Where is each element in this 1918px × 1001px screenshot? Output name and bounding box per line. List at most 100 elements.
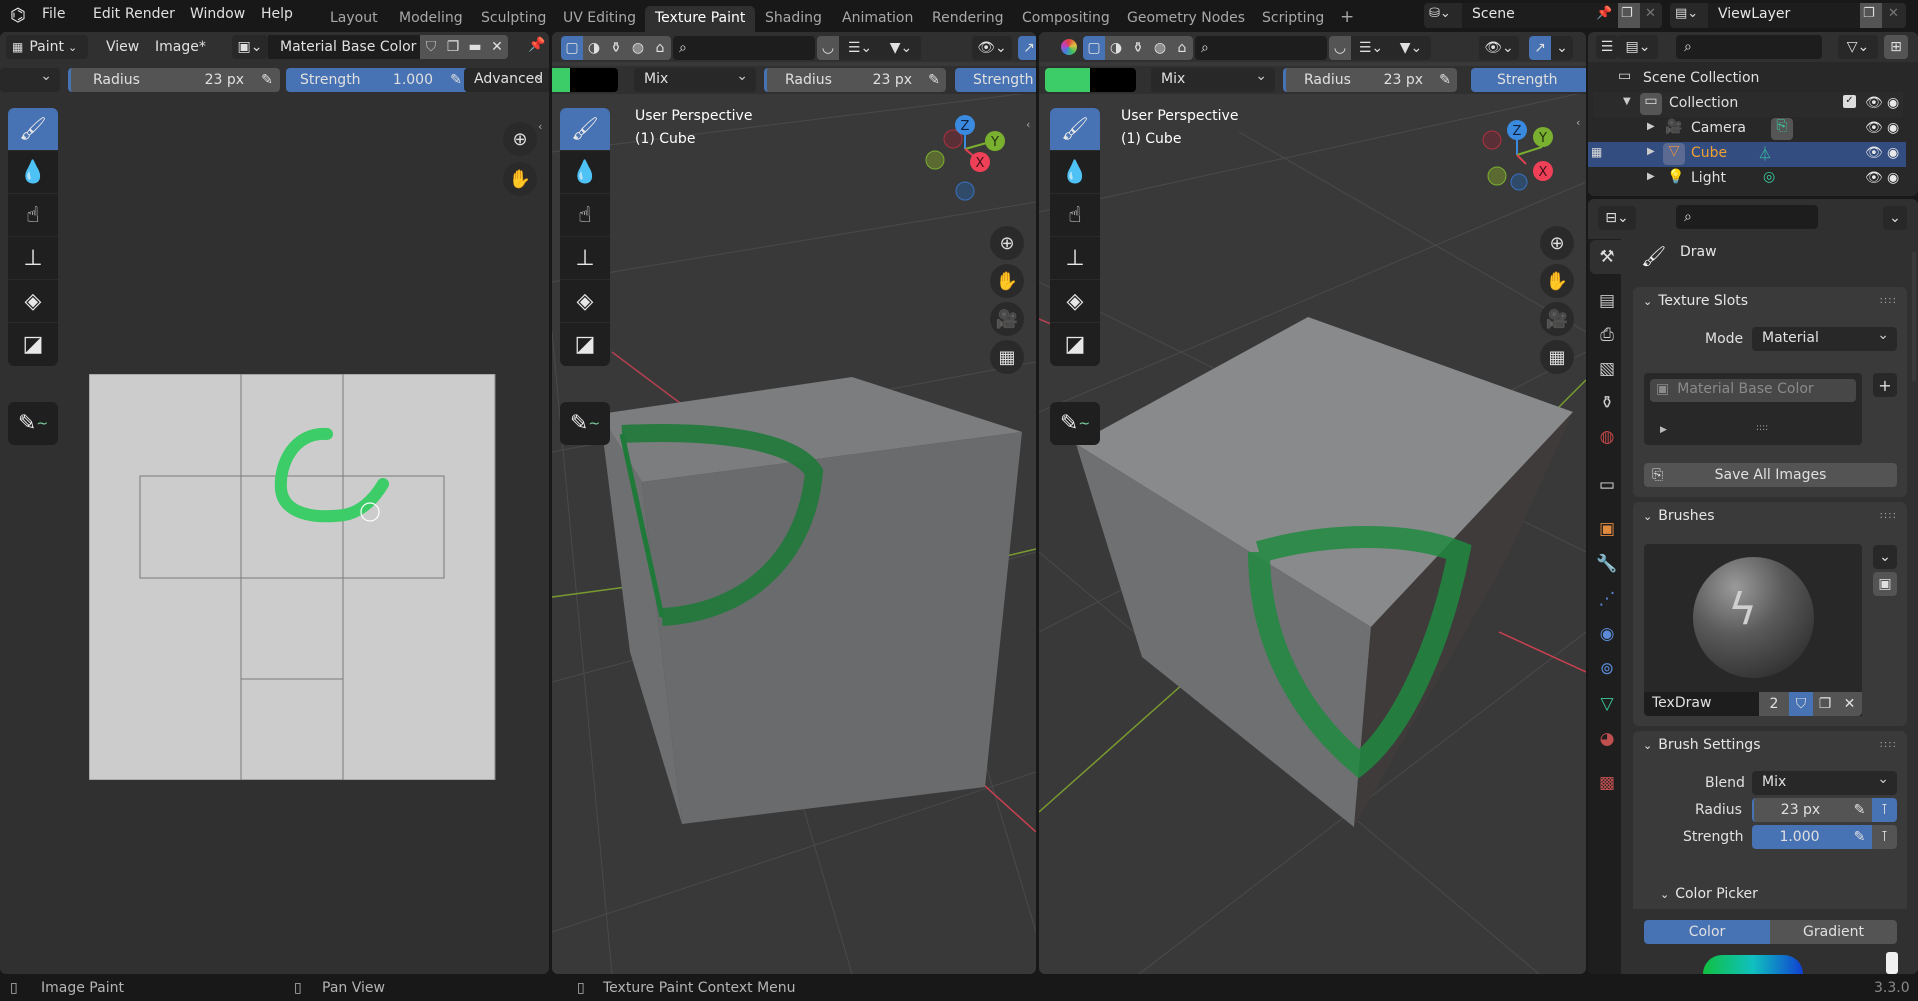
image-name-field[interactable]: Material Base Color	[268, 35, 420, 59]
render-camera-icon[interactable]: ◉	[1887, 95, 1899, 111]
sidebar-toggle-icon[interactable]: ‹	[538, 120, 542, 133]
menu-render[interactable]: Render	[125, 6, 175, 22]
unlink-brush-icon[interactable]: ✕	[1837, 692, 1862, 716]
blend-mode-dropdown[interactable]: Mix	[1151, 68, 1275, 92]
tab-modeling[interactable]: Modeling	[389, 6, 473, 32]
outliner-row-collection[interactable]: ▼ ▭ Collection ✓ 👁 ◉	[1593, 92, 1903, 117]
draw-tool-icon[interactable]: 🖌	[8, 108, 58, 151]
tab-scene-icon[interactable]: ⚱	[1590, 386, 1624, 420]
drag-handle-icon[interactable]: ::::	[1880, 739, 1897, 750]
gizmo-neg-z[interactable]	[955, 181, 975, 201]
outliner-filter-icon[interactable]: ☰⌄	[839, 36, 881, 60]
tab-physics-icon[interactable]: ◉	[1590, 617, 1624, 651]
blender-logo-icon[interactable]: ⌬	[10, 5, 26, 26]
tab-layout[interactable]: Layout	[320, 6, 388, 32]
soften-tool-icon[interactable]: 💧	[560, 151, 610, 194]
gizmo-dropdown-icon[interactable]: ⌄	[1551, 36, 1573, 60]
tab-geometry-nodes[interactable]: Geometry Nodes	[1117, 6, 1255, 32]
ortho-grid-icon[interactable]: ▦	[990, 340, 1024, 374]
ortho-grid-icon[interactable]: ▦	[1540, 340, 1574, 374]
viewport-1-search[interactable]: ⌕	[673, 36, 815, 60]
shading-solid-icon[interactable]: ◑	[1105, 36, 1127, 60]
tab-sculpting[interactable]: Sculpting	[471, 6, 556, 32]
overlay-curve-icon[interactable]: ◡	[817, 36, 839, 60]
navigation-gizmo[interactable]: Z Y X	[920, 104, 1020, 204]
tab-world-icon[interactable]: ◍	[1590, 420, 1624, 454]
viewport-2-search[interactable]: ⌕	[1195, 36, 1327, 60]
gizmo-toggle-icon[interactable]: ↗	[1018, 36, 1036, 60]
radius-pressure-icon[interactable]: ✎	[922, 68, 946, 92]
gradient-tab[interactable]: Gradient	[1770, 920, 1897, 944]
brushes-header[interactable]: ⌄ Brushes	[1643, 508, 1715, 524]
editor-type-icon[interactable]: ☰	[1596, 35, 1618, 59]
new-viewlayer-icon[interactable]: ❐	[1860, 3, 1882, 28]
mesh-data-icon[interactable]: ⏃	[1758, 144, 1772, 164]
primary-color-swatch[interactable]	[552, 68, 570, 92]
tab-view-layer-icon[interactable]: ▧	[1590, 352, 1624, 386]
brush-custom-icon[interactable]: ▣	[1873, 572, 1897, 596]
gizmo-neg-z[interactable]	[1510, 173, 1528, 191]
viewlayer-selector-icon[interactable]: ▤⌄	[1670, 3, 1708, 28]
gizmo-neg-y[interactable]	[1487, 166, 1507, 186]
radius-field[interactable]: Radius 23 px	[68, 68, 254, 92]
visibility-eye-icon[interactable]: 👁	[1865, 145, 1883, 161]
tab-material-icon[interactable]: ◕	[1590, 722, 1624, 756]
brush-users-count[interactable]: 2	[1759, 692, 1789, 716]
tool-settings-dropdown[interactable]	[0, 68, 60, 92]
strength-pressure-icon[interactable]: ✎	[1847, 825, 1872, 849]
tab-tool-icon[interactable]: ⚒	[1590, 240, 1624, 274]
camera-data-icon[interactable]: ⎘	[1771, 118, 1793, 140]
smear-tool-icon[interactable]: ☝	[8, 194, 58, 237]
tab-particles-icon[interactable]: ⋰	[1590, 582, 1624, 616]
shading-wireframe-icon[interactable]: ▢	[561, 36, 583, 60]
outliner-row-camera[interactable]: ▶ 🎥 Camera ⎘ 👁 ◉	[1593, 117, 1903, 142]
visibility-eye-icon[interactable]: 👁	[1865, 120, 1883, 136]
tab-scripting[interactable]: Scripting	[1252, 6, 1334, 32]
visibility-eye-icon[interactable]: 👁	[1865, 170, 1883, 186]
viewport-2[interactable]: ▢ ◑ ⚱ ◍ ⌂ ⌕ ◡ ☰⌄ ▼⌄ 👁⌄ ↗ ⌄ Mix Radius23 …	[1039, 32, 1586, 974]
sidebar-toggle-icon[interactable]: ‹	[1026, 118, 1030, 131]
expand-arrow-icon[interactable]: ▶	[1647, 121, 1655, 132]
gizmo-toggle-icon[interactable]: ↗	[1529, 36, 1551, 60]
image-menu[interactable]: Image*	[155, 39, 206, 55]
shading-rendered-icon[interactable]: ◍	[1149, 36, 1171, 60]
scene-selector-icon[interactable]: ⛁⌄	[1424, 3, 1462, 28]
brush-icon[interactable]: ⌂	[1171, 36, 1193, 60]
exclude-checkbox[interactable]: ✓	[1843, 95, 1856, 108]
tab-animation[interactable]: Animation	[832, 6, 923, 32]
pin-image-icon[interactable]: 📌	[528, 37, 545, 53]
render-camera-icon[interactable]: ◉	[1887, 120, 1899, 136]
tab-collection-icon[interactable]: ▭	[1590, 468, 1624, 502]
color-shading-icon[interactable]	[1061, 39, 1077, 55]
tab-output-icon[interactable]: ⎙	[1590, 318, 1624, 352]
strength-field[interactable]: Strength 1.000	[286, 68, 443, 92]
texture-slots-header[interactable]: ⌄ Texture Slots	[1643, 293, 1748, 309]
tab-rendering[interactable]: Rendering	[922, 6, 1014, 32]
radius-field[interactable]: 23 px	[1752, 798, 1847, 822]
radius-pressure-icon[interactable]: ✎	[1847, 798, 1872, 822]
new-image-icon[interactable]: ❐	[442, 35, 464, 59]
secondary-color-swatch[interactable]	[570, 68, 618, 92]
radius-pressure-icon[interactable]: ✎	[1433, 68, 1457, 92]
expand-arrow-icon[interactable]: ▶	[1647, 171, 1655, 182]
brush-icon[interactable]: ⌂	[649, 36, 671, 60]
shading-material-icon[interactable]: ⚱	[605, 36, 627, 60]
menu-file[interactable]: File	[42, 6, 65, 22]
uv-image-canvas[interactable]	[89, 374, 496, 780]
soften-tool-icon[interactable]: 💧	[8, 151, 58, 194]
tab-compositing[interactable]: Compositing	[1012, 6, 1120, 32]
filter-icon[interactable]: ▽⌄	[1838, 35, 1878, 59]
delete-viewlayer-icon[interactable]: ✕	[1882, 3, 1906, 28]
color-picker-header[interactable]: ⌄ Color Picker	[1660, 886, 1758, 902]
add-workspace-button[interactable]: +	[1330, 3, 1364, 29]
new-scene-icon[interactable]: ❐	[1618, 3, 1640, 28]
menu-edit[interactable]: Edit	[93, 6, 120, 22]
smear-tool-icon[interactable]: ☝	[1050, 194, 1100, 237]
brush-preview[interactable]: ϟ	[1644, 544, 1862, 692]
navigation-gizmo[interactable]: Z Y X	[1475, 110, 1575, 210]
selectability-eye-icon[interactable]: 👁⌄	[972, 36, 1012, 60]
clone-tool-icon[interactable]: ⊥	[8, 237, 58, 280]
fill-tool-icon[interactable]: ◈	[8, 280, 58, 323]
outliner-filter-icon[interactable]: ☰⌄	[1351, 36, 1391, 60]
mask-tool-icon[interactable]: ◪	[560, 323, 610, 366]
